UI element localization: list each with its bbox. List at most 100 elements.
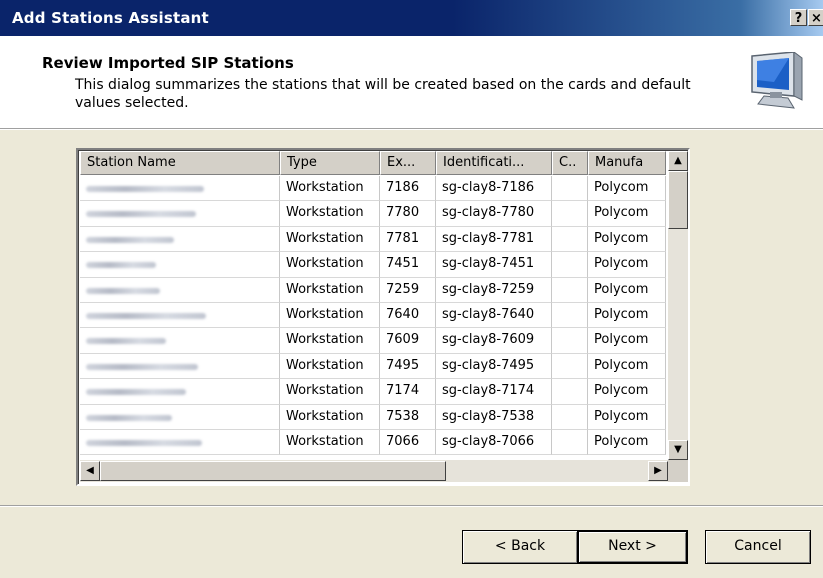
column-header-station-name[interactable]: Station Name (80, 151, 280, 175)
identification-cell: sg-clay8-7174 (436, 379, 552, 405)
extension-cell: 7781 (380, 226, 436, 253)
c-cell (552, 176, 588, 202)
table-row[interactable]: Workstation 7495 sg-clay8-7495 Polycom (80, 353, 666, 380)
redacted-station-name (86, 211, 196, 218)
extension-cell: 7186 (380, 176, 436, 202)
c-cell (552, 277, 588, 303)
next-button[interactable]: Next > (577, 530, 688, 564)
identification-cell: sg-clay8-7495 (436, 353, 552, 380)
table-row[interactable]: Workstation 7186 sg-clay8-7186 Polycom (80, 176, 666, 202)
column-header-extension[interactable]: Ex... (380, 151, 436, 175)
extension-cell: 7495 (380, 353, 436, 380)
station-name-cell (80, 302, 280, 329)
station-name-cell (80, 379, 280, 405)
identification-cell: sg-clay8-7451 (436, 252, 552, 278)
vertical-scrollbar[interactable]: ▲ ▼ (668, 151, 688, 460)
redacted-station-name (86, 389, 186, 396)
extension-cell: 7259 (380, 277, 436, 303)
scroll-right-button[interactable]: ▶ (648, 461, 668, 481)
page-description: This dialog summarizes the stations that… (75, 77, 691, 111)
identification-cell: sg-clay8-7259 (436, 277, 552, 303)
station-name-cell (80, 429, 280, 456)
identification-cell: sg-clay8-7640 (436, 302, 552, 329)
manufacturer-cell: Polycom (588, 252, 666, 278)
station-name-cell (80, 353, 280, 380)
wizard-header: Review Imported SIP Stations This dialog… (0, 36, 823, 129)
table-row[interactable]: Workstation 7609 sg-clay8-7609 Polycom (80, 328, 666, 354)
column-header-manufacturer[interactable]: Manufa (588, 151, 666, 175)
station-name-cell (80, 201, 280, 227)
manufacturer-cell: Polycom (588, 379, 666, 405)
type-cell: Workstation (280, 353, 380, 380)
horizontal-scrollbar[interactable]: ◀ ▶ (80, 460, 668, 482)
c-cell (552, 353, 588, 380)
horizontal-scroll-thumb[interactable] (100, 461, 446, 481)
extension-cell: 7538 (380, 404, 436, 430)
manufacturer-cell: Polycom (588, 277, 666, 303)
type-cell: Workstation (280, 328, 380, 354)
redacted-station-name (86, 439, 202, 446)
table-row[interactable]: Workstation 7538 sg-clay8-7538 Polycom (80, 404, 666, 430)
title-bar: Add Stations Assistant ? × (0, 0, 823, 36)
table-row[interactable]: Workstation 7451 sg-clay8-7451 Polycom (80, 252, 666, 278)
c-cell (552, 252, 588, 278)
computer-monitor-icon (751, 52, 803, 109)
redacted-station-name (86, 287, 160, 294)
column-header-c[interactable]: C.. (552, 151, 588, 175)
add-stations-dialog: Add Stations Assistant ? × Review Import… (0, 0, 823, 578)
scroll-down-button[interactable]: ▼ (668, 440, 688, 460)
extension-cell: 7780 (380, 201, 436, 227)
manufacturer-cell: Polycom (588, 429, 666, 456)
vertical-scroll-thumb[interactable] (668, 171, 688, 229)
back-button[interactable]: < Back (462, 530, 578, 564)
help-button[interactable]: ? (790, 9, 807, 26)
table-row[interactable]: Workstation 7781 sg-clay8-7781 Polycom (80, 226, 666, 253)
type-cell: Workstation (280, 252, 380, 278)
redacted-station-name (86, 363, 198, 370)
station-name-cell (80, 277, 280, 303)
identification-cell: sg-clay8-7538 (436, 404, 552, 430)
manufacturer-cell: Polycom (588, 176, 666, 202)
stations-list-view[interactable]: Station Name Type Ex... Identificati... … (76, 148, 690, 486)
manufacturer-cell: Polycom (588, 328, 666, 354)
extension-cell: 7609 (380, 328, 436, 354)
redacted-station-name (86, 414, 172, 421)
identification-cell: sg-clay8-7781 (436, 226, 552, 253)
identification-cell: sg-clay8-7186 (436, 176, 552, 202)
identification-cell: sg-clay8-7066 (436, 429, 552, 456)
table-row[interactable]: Workstation 7066 sg-clay8-7066 Polycom (80, 429, 666, 456)
redacted-station-name (86, 236, 174, 243)
extension-cell: 7640 (380, 302, 436, 329)
c-cell (552, 226, 588, 253)
table-row[interactable]: Workstation 7780 sg-clay8-7780 Polycom (80, 201, 666, 227)
column-header-identification[interactable]: Identificati... (436, 151, 552, 175)
cancel-button[interactable]: Cancel (705, 530, 811, 564)
extension-cell: 7066 (380, 429, 436, 456)
manufacturer-cell: Polycom (588, 302, 666, 329)
table-row[interactable]: Workstation 7259 sg-clay8-7259 Polycom (80, 277, 666, 303)
scroll-up-button[interactable]: ▲ (668, 151, 688, 171)
manufacturer-cell: Polycom (588, 353, 666, 380)
table-row[interactable]: Workstation 7174 sg-clay8-7174 Polycom (80, 379, 666, 405)
station-name-cell (80, 328, 280, 354)
redacted-station-name (86, 338, 166, 345)
station-name-cell (80, 226, 280, 253)
type-cell: Workstation (280, 404, 380, 430)
c-cell (552, 429, 588, 456)
c-cell (552, 404, 588, 430)
c-cell (552, 328, 588, 354)
scroll-left-button[interactable]: ◀ (80, 461, 100, 481)
manufacturer-cell: Polycom (588, 226, 666, 253)
type-cell: Workstation (280, 226, 380, 253)
type-cell: Workstation (280, 176, 380, 202)
list-header: Station Name Type Ex... Identificati... … (80, 151, 680, 175)
manufacturer-cell: Polycom (588, 404, 666, 430)
column-header-type[interactable]: Type (280, 151, 380, 175)
window-title: Add Stations Assistant (12, 9, 209, 27)
c-cell (552, 302, 588, 329)
scrollbar-corner (668, 460, 688, 482)
table-row[interactable]: Workstation 7640 sg-clay8-7640 Polycom (80, 302, 666, 329)
station-name-cell (80, 176, 280, 202)
close-button[interactable]: × (808, 9, 823, 26)
redacted-station-name (86, 312, 206, 319)
